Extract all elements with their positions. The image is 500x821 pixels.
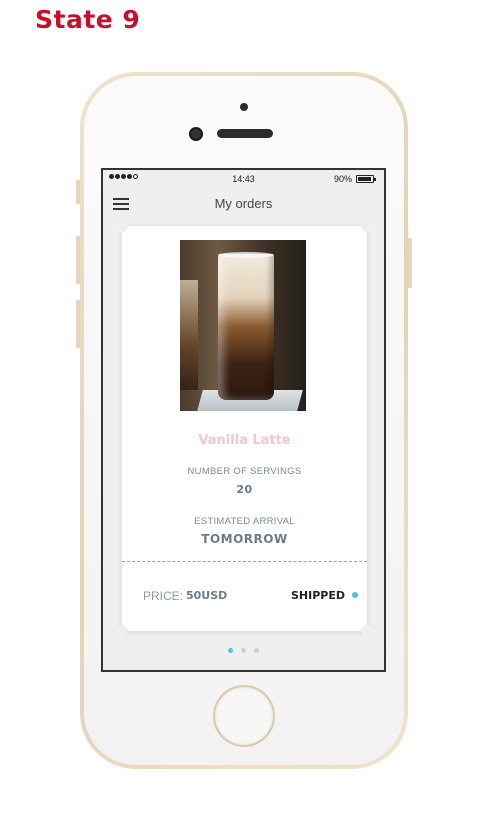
front-camera xyxy=(189,127,203,141)
page-dot-2[interactable] xyxy=(241,648,246,653)
page-dot-1[interactable] xyxy=(228,648,233,653)
home-button[interactable] xyxy=(213,685,275,747)
nav-bar: My orders xyxy=(103,188,384,222)
battery-percentage: 90% xyxy=(333,174,352,184)
earpiece-speaker xyxy=(217,129,273,138)
battery-icon xyxy=(356,175,376,183)
state-title: State 9 xyxy=(35,5,141,34)
page-title: My orders xyxy=(214,196,273,211)
order-card[interactable]: Vanilla Latte NUMBER OF SERVINGS 20 ESTI… xyxy=(116,220,373,637)
page-indicator xyxy=(103,648,384,653)
page-dot-3[interactable] xyxy=(254,648,259,653)
product-name: Vanilla Latte xyxy=(198,433,291,448)
status-indicator-dot xyxy=(352,592,358,598)
status-bar: 14:43 90% xyxy=(103,170,384,188)
price-label: PRICE: xyxy=(143,589,184,603)
arrival-label: ESTIMATED ARRIVAL xyxy=(194,516,295,527)
product-photo xyxy=(180,240,306,411)
dashed-divider xyxy=(122,561,367,562)
phone-screen: 14:43 90% My orders Vanilla Latte NUMBER… xyxy=(101,168,386,672)
proximity-sensor xyxy=(240,103,248,111)
servings-label: NUMBER OF SERVINGS xyxy=(187,466,302,477)
arrival-value: TOMORROW xyxy=(201,532,288,546)
price-value: 50USD xyxy=(186,589,228,602)
servings-value: 20 xyxy=(236,483,253,496)
order-status: SHIPPED xyxy=(291,589,345,602)
